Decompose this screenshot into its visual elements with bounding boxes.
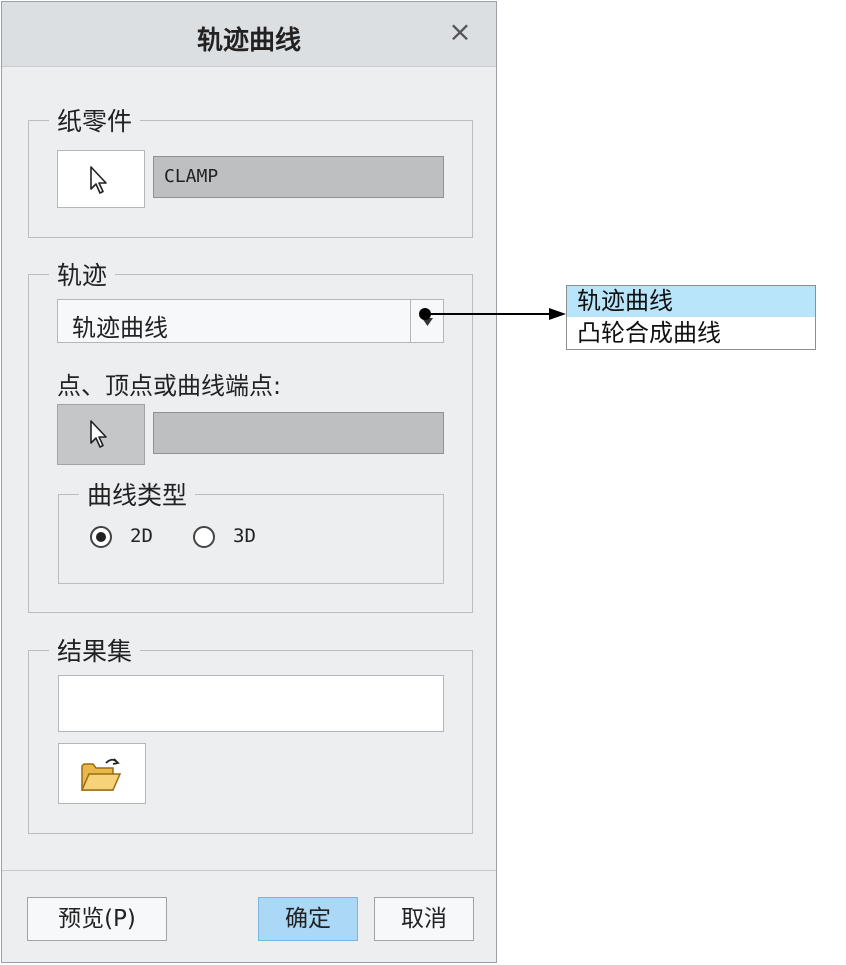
dropdown-item-cam-curve[interactable]: 凸轮合成曲线 [567, 318, 815, 349]
trajectory-type-dropdown-list: 轨迹曲线 凸轮合成曲线 [566, 285, 816, 350]
callout-connector [419, 308, 566, 320]
dropdown-item-trajectory-curve[interactable]: 轨迹曲线 [567, 286, 815, 317]
